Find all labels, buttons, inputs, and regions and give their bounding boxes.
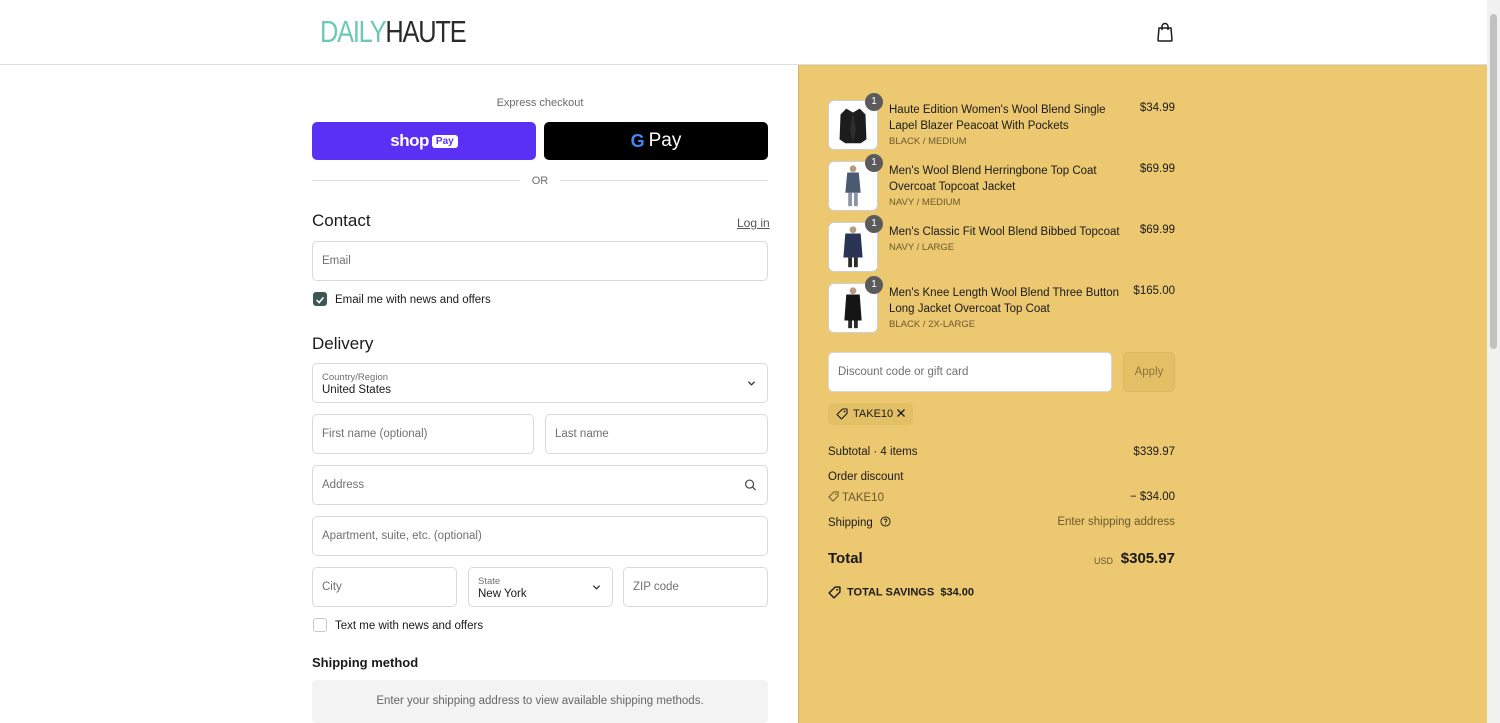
search-icon	[744, 479, 757, 491]
state-select[interactable]: State New York	[468, 567, 613, 607]
shipping-method-message: Enter your shipping address to view avai…	[376, 695, 704, 707]
chevron-down-icon	[592, 585, 601, 590]
city-placeholder: City	[322, 581, 342, 593]
shipping-method-notice: Enter your shipping address to view avai…	[312, 680, 768, 723]
store-logo[interactable]: DAILYHAUTE	[320, 14, 467, 50]
shipping-row: Shipping Enter shipping address	[828, 516, 1175, 532]
order-discount-label: Order discount	[828, 471, 904, 483]
zip-field[interactable]: ZIP code	[623, 567, 768, 607]
product-price: $69.99	[1139, 163, 1175, 175]
line-item: 1 Men's Knee Length Wool Blend Three But…	[828, 276, 1175, 333]
google-g-icon: G	[630, 130, 645, 151]
product-price: $69.99	[1139, 224, 1175, 236]
remove-discount-icon[interactable]	[896, 408, 906, 418]
log-in-link[interactable]: Log in	[737, 216, 770, 230]
discount-code-input[interactable]: Discount code or gift card	[828, 352, 1112, 392]
shopping-bag-icon[interactable]	[1156, 22, 1174, 42]
subtotal-label: Subtotal · 4 items	[828, 446, 918, 458]
subtotal-row: Subtotal · 4 items $339.97	[828, 446, 1175, 462]
google-pay-button[interactable]: G Pay	[544, 122, 768, 160]
address-placeholder: Address	[322, 479, 365, 491]
product-price: $34.99	[1139, 102, 1175, 114]
first-name-field[interactable]: First name (optional)	[312, 414, 534, 454]
zip-placeholder: ZIP code	[633, 581, 679, 593]
delivery-heading: Delivery	[312, 334, 374, 353]
product-variant: BLACK / 2X-LARGE	[889, 319, 976, 330]
total-savings: TOTAL SAVINGS $34.00	[828, 586, 974, 599]
shop-pay-wordmark: shop	[390, 131, 429, 150]
order-discount-row: Order discount	[828, 471, 1175, 487]
savings-label: TOTAL SAVINGS	[847, 586, 935, 599]
site-header: DAILYHAUTE	[0, 0, 1487, 65]
last-name-placeholder: Last name	[555, 428, 609, 440]
divider-right	[560, 180, 768, 181]
text-news-checkbox[interactable]	[313, 618, 327, 632]
total-label: Total	[828, 550, 863, 567]
tag-icon	[828, 586, 841, 599]
contact-heading: Contact	[312, 211, 371, 230]
tag-icon	[836, 408, 848, 420]
express-checkout-label: Express checkout	[496, 97, 584, 109]
country-label: Country/Region	[322, 372, 389, 383]
logo-part-haute: HAUTE	[385, 14, 466, 49]
country-select[interactable]: Country/Region United States	[312, 363, 768, 403]
total-row: Total USD $305.97	[828, 548, 1175, 570]
apartment-placeholder: Apartment, suite, etc. (optional)	[322, 530, 482, 542]
shipping-value: Enter shipping address	[1057, 516, 1175, 528]
shop-pay-button[interactable]: shop Pay	[312, 122, 536, 160]
product-name: Haute Edition Women's Wool Blend Single …	[889, 104, 1106, 132]
applied-discount-code: TAKE10	[853, 408, 894, 420]
product-name: Men's Classic Fit Wool Blend Bibbed Topc…	[889, 226, 1120, 238]
quantity-badge: 1	[865, 93, 883, 111]
page-scrollbar[interactable]	[1487, 0, 1500, 723]
line-item: 1 Men's Wool Blend Herringbone Top Coat …	[828, 154, 1175, 211]
quantity-badge: 1	[865, 154, 883, 172]
product-variant: NAVY / LARGE	[889, 242, 955, 253]
subtotal-value: $339.97	[1133, 446, 1175, 458]
product-variant: NAVY / MEDIUM	[889, 197, 961, 208]
country-value: United States	[322, 384, 392, 396]
email-placeholder: Email	[322, 255, 351, 267]
line-item: 1 Men's Classic Fit Wool Blend Bibbed To…	[828, 215, 1175, 272]
divider-left	[312, 180, 520, 181]
google-pay-label: Pay	[648, 130, 682, 151]
shipping-label: Shipping	[828, 516, 891, 529]
discount-code-label: TAKE10	[828, 491, 884, 504]
or-divider-label: OR	[531, 175, 549, 187]
email-news-label: Email me with news and offers	[335, 294, 491, 306]
text-news-label: Text me with news and offers	[335, 620, 484, 632]
line-item: 1 Haute Edition Women's Wool Blend Singl…	[828, 93, 1175, 150]
email-field[interactable]: Email	[312, 241, 768, 281]
total-amount: $305.97	[1120, 550, 1175, 567]
shipping-method-heading: Shipping method	[312, 655, 419, 670]
shop-pay-badge: Pay	[431, 134, 458, 148]
scrollbar-thumb[interactable]	[1490, 14, 1497, 349]
first-name-placeholder: First name (optional)	[322, 428, 428, 440]
apply-discount-button[interactable]: Apply	[1123, 352, 1175, 392]
address-field[interactable]: Address	[312, 465, 768, 505]
applied-discount-chip: TAKE10	[828, 403, 913, 425]
currency-code: USD	[1093, 556, 1113, 566]
savings-value: $34.00	[940, 586, 974, 599]
chevron-down-icon	[747, 381, 756, 386]
city-field[interactable]: City	[312, 567, 457, 607]
discount-amount: − $34.00	[1129, 491, 1175, 503]
checkmark-icon	[316, 296, 325, 304]
discount-detail-row: TAKE10 − $34.00	[828, 491, 1175, 507]
discount-placeholder: Discount code or gift card	[838, 366, 969, 378]
apartment-field[interactable]: Apartment, suite, etc. (optional)	[312, 516, 768, 556]
last-name-field[interactable]: Last name	[545, 414, 768, 454]
product-name: Men's Wool Blend Herringbone Top Coat Ov…	[889, 165, 1097, 193]
state-label: State	[478, 576, 501, 587]
logo-part-daily: DAILY	[320, 14, 387, 49]
quantity-badge: 1	[865, 215, 883, 233]
product-name: Men's Knee Length Wool Blend Three Butto…	[889, 287, 1120, 315]
state-value: New York	[478, 588, 527, 600]
email-news-checkbox[interactable]	[313, 292, 327, 306]
product-price: $165.00	[1133, 285, 1175, 297]
tag-icon	[828, 491, 839, 502]
help-circle-icon[interactable]	[880, 516, 891, 527]
quantity-badge: 1	[865, 276, 883, 294]
product-variant: BLACK / MEDIUM	[889, 136, 967, 147]
